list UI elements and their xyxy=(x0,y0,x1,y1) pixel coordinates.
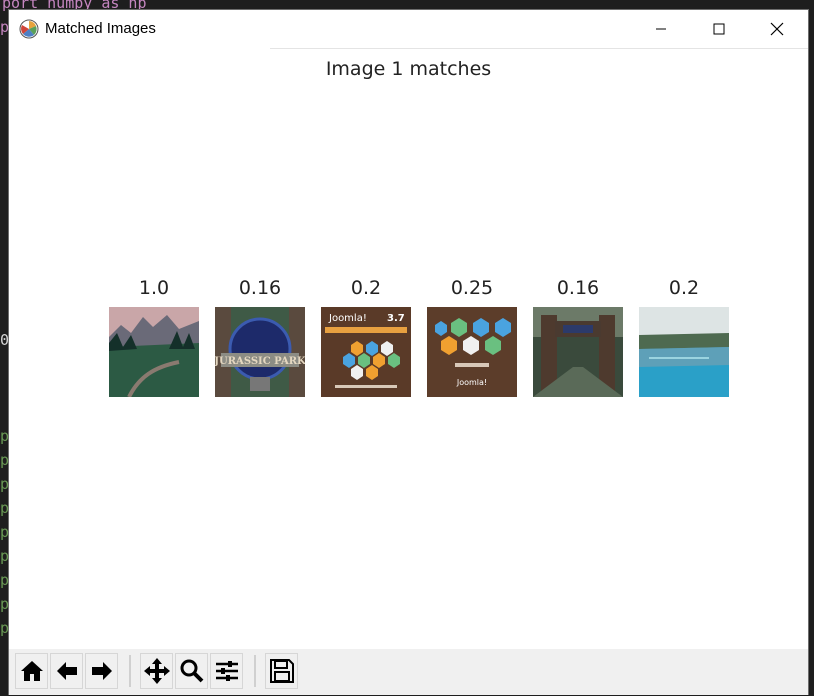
figure-canvas[interactable]: Image 1 matches 1.0 0.16 JURASSIC PARK 0… xyxy=(9,49,808,649)
window-title: Matched Images xyxy=(45,20,156,37)
matplotlib-app-icon xyxy=(19,19,39,39)
match-thumbnail-mountain xyxy=(109,307,199,397)
close-button[interactable] xyxy=(754,10,800,48)
pan-button[interactable] xyxy=(140,653,173,689)
joomla-wordmark: Joomla! xyxy=(456,378,487,387)
configure-subplots-icon xyxy=(215,661,238,681)
save-button[interactable] xyxy=(265,653,298,689)
jurassic-logo-text: JURASSIC PARK xyxy=(215,356,305,367)
back-button[interactable] xyxy=(50,653,83,689)
match-thumbnail-joomla-features: Joomla! xyxy=(427,307,517,397)
maximize-button[interactable] xyxy=(696,10,742,48)
minimize-button[interactable] xyxy=(638,10,684,48)
maximize-icon xyxy=(713,23,725,35)
joomla-wordmark: Joomla! xyxy=(328,313,367,324)
minimize-icon xyxy=(656,28,666,30)
match-score: 0.2 xyxy=(668,277,700,299)
joomla-version: 3.7 xyxy=(387,313,405,324)
zoom-button[interactable] xyxy=(175,653,208,689)
save-icon xyxy=(269,659,294,683)
match-thumbnail-jurassic-logo: JURASSIC PARK xyxy=(215,307,305,397)
match-thumbnail-joomla-37: Joomla! 3.7 xyxy=(321,307,411,397)
zoom-icon xyxy=(180,659,203,683)
forward-button[interactable] xyxy=(85,653,118,689)
title-bar[interactable]: Matched Images xyxy=(9,10,808,48)
toolbar-separator xyxy=(129,655,131,687)
match-thumbnail-lake xyxy=(639,307,729,397)
toolbar-separator xyxy=(254,655,256,687)
navigation-toolbar xyxy=(9,649,808,695)
pan-icon xyxy=(143,658,170,684)
home-button[interactable] xyxy=(15,653,48,689)
match-thumbnail-jurassic-gate xyxy=(533,307,623,397)
figure-title: Image 1 matches xyxy=(325,58,492,80)
matplotlib-window: Matched Images Image 1 matches 1.0 0.16 … xyxy=(8,9,809,695)
home-icon xyxy=(20,661,43,681)
close-icon xyxy=(770,22,784,36)
forward-arrow-icon xyxy=(91,662,112,680)
back-arrow-icon xyxy=(56,662,77,680)
configure-subplots-button[interactable] xyxy=(210,653,243,689)
